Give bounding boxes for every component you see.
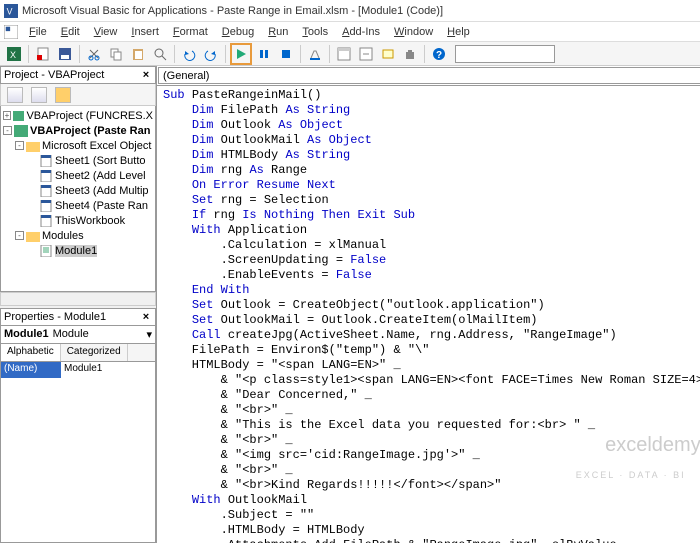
project-explorer-icon[interactable] <box>334 44 354 64</box>
run-icon[interactable] <box>230 43 252 65</box>
dropdown-icon[interactable]: ▾ <box>146 328 152 341</box>
project-panel-header: Project - VBAProject × <box>0 66 156 84</box>
tree-sheet[interactable]: Sheet4 (Paste Ran <box>3 198 153 213</box>
menu-file[interactable]: File <box>22 24 54 40</box>
code-text[interactable]: Sub PasteRangeinMail() Dim FilePath As S… <box>163 88 700 543</box>
title-bar: V Microsoft Visual Basic for Application… <box>0 0 700 22</box>
break-icon[interactable] <box>254 44 274 64</box>
menu-edit[interactable]: Edit <box>54 24 87 40</box>
line-col-combo[interactable] <box>455 45 555 63</box>
prop-value[interactable]: Module1 <box>61 362 155 378</box>
cut-icon[interactable] <box>84 44 104 64</box>
properties-object-selector[interactable]: Module1 Module ▾ <box>0 326 156 344</box>
copy-icon[interactable] <box>106 44 126 64</box>
code-header: (General)▾ Pa <box>157 66 700 86</box>
prop-row-name[interactable]: (Name) Module1 <box>1 362 155 378</box>
properties-window-icon[interactable] <box>356 44 376 64</box>
prop-key: (Name) <box>1 362 61 378</box>
code-editor[interactable]: Sub PasteRangeinMail() Dim FilePath As S… <box>157 86 700 543</box>
paste-icon[interactable] <box>128 44 148 64</box>
tab-alphabetic[interactable]: Alphabetic <box>1 344 61 361</box>
reset-icon[interactable] <box>276 44 296 64</box>
menu-debug[interactable]: Debug <box>215 24 261 40</box>
insert-module-icon[interactable] <box>33 44 53 64</box>
tree-module1[interactable]: Module1 <box>3 243 153 258</box>
redo-icon[interactable] <box>201 44 221 64</box>
project-panel-title: Project - VBAProject <box>4 69 104 81</box>
menu-format[interactable]: Format <box>166 24 215 40</box>
tree-sheet[interactable]: ThisWorkbook <box>3 213 153 228</box>
properties-close-icon[interactable]: × <box>139 310 153 324</box>
menu-add-ins[interactable]: Add-Ins <box>335 24 387 40</box>
project-tree[interactable]: +VBAProject (FUNCRES.X -VBAProject (Past… <box>0 106 156 292</box>
window-title: Microsoft Visual Basic for Applications … <box>22 5 443 17</box>
svg-text:X: X <box>10 50 16 60</box>
project-close-icon[interactable]: × <box>139 68 153 82</box>
tree-project-funcres[interactable]: +VBAProject (FUNCRES.X <box>3 108 153 123</box>
left-pane: Project - VBAProject × +VBAProject (FUNC… <box>0 66 157 543</box>
design-mode-icon[interactable] <box>305 44 325 64</box>
svg-text:?: ? <box>436 50 442 61</box>
prop-obj-type: Module <box>53 328 89 340</box>
toggle-folders-icon[interactable] <box>55 87 71 103</box>
property-tabs: Alphabetic Categorized <box>0 344 156 362</box>
properties-panel-header: Properties - Module1 × <box>0 308 156 326</box>
excel-doc-icon[interactable] <box>4 25 18 39</box>
object-combo[interactable]: (General)▾ <box>158 67 700 84</box>
tree-folder-modules[interactable]: -Modules <box>3 228 153 243</box>
object-combo-value: (General) <box>163 70 209 82</box>
project-toolbar <box>0 84 156 106</box>
menu-bar: FileEditViewInsertFormatDebugRunToolsAdd… <box>0 22 700 42</box>
tab-categorized[interactable]: Categorized <box>61 344 128 361</box>
menu-view[interactable]: View <box>87 24 125 40</box>
toolbar: X ? <box>0 42 700 66</box>
menu-window[interactable]: Window <box>387 24 440 40</box>
menu-insert[interactable]: Insert <box>124 24 166 40</box>
menu-tools[interactable]: Tools <box>295 24 335 40</box>
menu-help[interactable]: Help <box>440 24 477 40</box>
properties-panel-title: Properties - Module1 <box>4 311 106 323</box>
find-icon[interactable] <box>150 44 170 64</box>
view-object-icon[interactable] <box>31 87 47 103</box>
tree-project-main[interactable]: -VBAProject (Paste Ran <box>3 123 153 138</box>
toolbox-icon[interactable] <box>400 44 420 64</box>
view-code-icon[interactable] <box>7 87 23 103</box>
tree-sheet[interactable]: Sheet1 (Sort Butto <box>3 153 153 168</box>
code-pane: (General)▾ Pa Sub PasteRangeinMail() Dim… <box>157 66 700 543</box>
tree-folder-excel-objects[interactable]: -Microsoft Excel Object <box>3 138 153 153</box>
tree-sheet[interactable]: Sheet3 (Add Multip <box>3 183 153 198</box>
save-icon[interactable] <box>55 44 75 64</box>
view-excel-icon[interactable]: X <box>4 44 24 64</box>
prop-obj-name: Module1 <box>4 328 49 340</box>
undo-icon[interactable] <box>179 44 199 64</box>
vba-app-icon: V <box>4 4 18 18</box>
svg-text:V: V <box>7 6 13 16</box>
help-icon[interactable]: ? <box>429 44 449 64</box>
tree-sheet[interactable]: Sheet2 (Add Level <box>3 168 153 183</box>
menu-run[interactable]: Run <box>261 24 295 40</box>
object-browser-icon[interactable] <box>378 44 398 64</box>
tree-scrollbar[interactable] <box>0 292 156 306</box>
property-grid[interactable]: (Name) Module1 <box>0 362 156 543</box>
